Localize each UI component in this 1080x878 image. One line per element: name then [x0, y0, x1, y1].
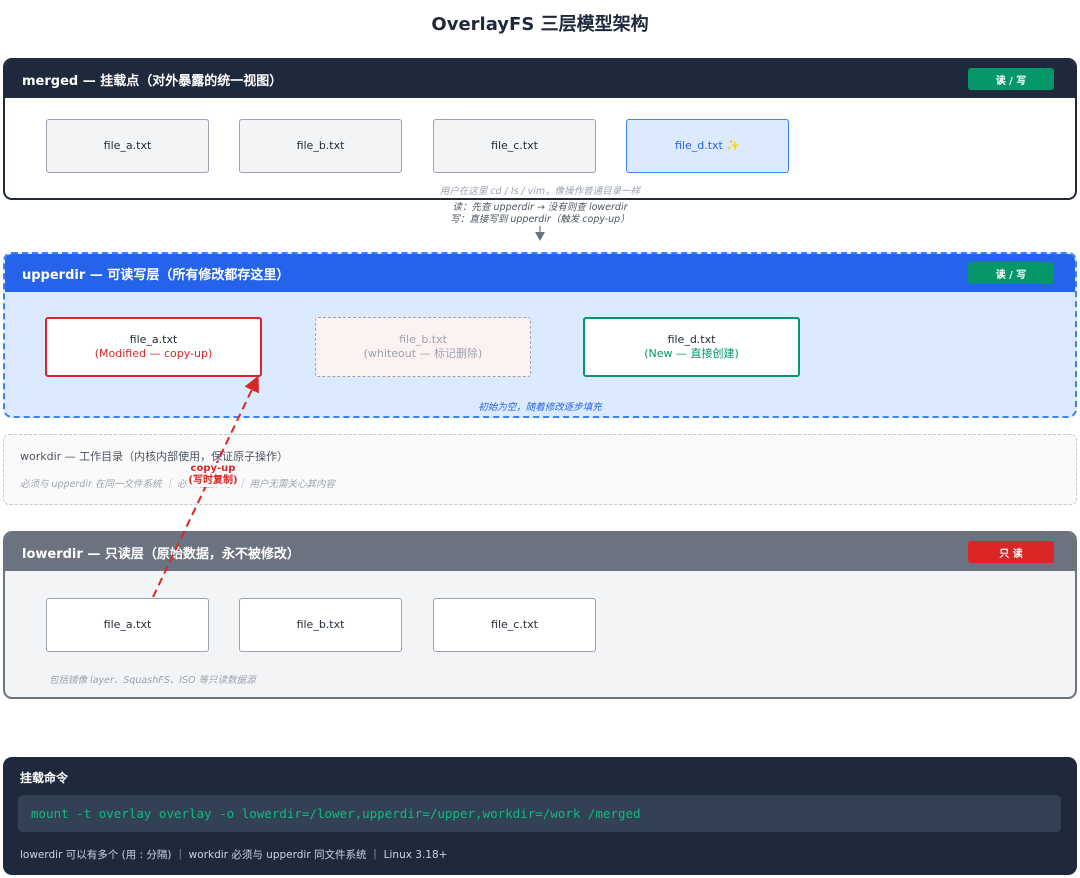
- merged-layer: merged — 挂载点（对外暴露的统一视图） 读 / 写 file_a.txt…: [3, 58, 1077, 200]
- workdir-title: workdir — 工作目录（内核内部使用，保证原子操作）: [20, 450, 289, 463]
- merged-rw-badge: 读 / 写: [968, 68, 1054, 90]
- upperdir-layer: upperdir — 可读写层（所有修改都存这里） 读 / 写 file_a.t…: [3, 252, 1077, 418]
- page-title: OverlayFS 三层模型架构: [431, 14, 649, 35]
- upper-file-a-note: (Modified — copy-up): [94, 347, 213, 360]
- merged-file-a[interactable]: file_a.txt: [46, 119, 209, 173]
- lowerdir-layer: lowerdir — 只读层（原始数据，永不被修改） 只 读 file_a.tx…: [3, 531, 1077, 699]
- copy-up-label: copy-up (写时复制): [180, 463, 246, 487]
- copy-up-label-line1: copy-up: [190, 463, 236, 475]
- flow-arrow-down-icon: [535, 232, 545, 241]
- read-rule: 读：先查 upperdir → 没有则查 lowerdir: [452, 202, 628, 213]
- lower-file-c[interactable]: file_c.txt: [433, 598, 596, 652]
- upper-file-d[interactable]: file_d.txt (New — 直接创建): [583, 317, 800, 377]
- merged-hint: 用户在这里 cd / ls / vim，像操作普通目录一样: [439, 186, 641, 197]
- workdir-box: workdir — 工作目录（内核内部使用，保证原子操作） 必须与 upperd…: [3, 434, 1077, 505]
- merged-header: merged — 挂载点（对外暴露的统一视图） 读 / 写: [5, 60, 1075, 98]
- merged-header-label: merged — 挂载点（对外暴露的统一视图）: [22, 73, 283, 89]
- workdir-hint: 必须与 upperdir 在同一文件系统 ｜ 必须是空目录 ｜ 用户无需关心其内…: [20, 479, 336, 490]
- lowerdir-ro-badge: 只 读: [968, 541, 1054, 563]
- lowerdir-hint: 包括镜像 layer、SquashFS、ISO 等只读数据源: [49, 675, 256, 686]
- lower-file-b[interactable]: file_b.txt: [239, 598, 402, 652]
- upper-file-d-name: file_d.txt: [667, 333, 716, 346]
- merged-file-c[interactable]: file_c.txt: [433, 119, 596, 173]
- upper-file-a[interactable]: file_a.txt (Modified — copy-up): [45, 317, 262, 377]
- upper-file-b-whiteout[interactable]: file_b.txt (whiteout — 标记删除): [315, 317, 531, 377]
- read-write-flow-note: 读：先查 upperdir → 没有则查 lowerdir 写：直接写到 upp…: [400, 202, 680, 226]
- merged-file-b[interactable]: file_b.txt: [239, 119, 402, 173]
- upperdir-header-label: upperdir — 可读写层（所有修改都存这里）: [22, 267, 290, 283]
- lowerdir-header-label: lowerdir — 只读层（原始数据，永不被修改）: [22, 546, 300, 562]
- copy-up-label-line2: (写时复制): [188, 475, 238, 487]
- upper-file-a-name: file_a.txt: [129, 333, 178, 346]
- upper-file-b-name: file_b.txt: [399, 333, 447, 346]
- upperdir-header: upperdir — 可读写层（所有修改都存这里） 读 / 写: [5, 254, 1075, 292]
- mount-command-code[interactable]: mount -t overlay overlay -o lowerdir=/lo…: [18, 795, 1061, 832]
- mount-command-note: lowerdir 可以有多个 (用 : 分隔) ｜ workdir 必须与 up…: [20, 849, 448, 861]
- upperdir-rw-badge: 读 / 写: [968, 262, 1054, 284]
- upper-file-b-note: (whiteout — 标记删除): [363, 347, 483, 360]
- mount-command-title: 挂载命令: [20, 771, 69, 785]
- lower-file-a[interactable]: file_a.txt: [46, 598, 209, 652]
- mount-command-panel: 挂载命令 mount -t overlay overlay -o lowerdi…: [3, 757, 1077, 875]
- upperdir-hint: 初始为空，随着修改逐步填充: [478, 402, 602, 413]
- lowerdir-header: lowerdir — 只读层（原始数据，永不被修改） 只 读: [5, 533, 1075, 571]
- upper-file-d-note: (New — 直接创建): [644, 347, 739, 360]
- merged-file-d[interactable]: file_d.txt ✨: [626, 119, 789, 173]
- write-rule: 写：直接写到 upperdir（触发 copy-up）: [450, 214, 630, 225]
